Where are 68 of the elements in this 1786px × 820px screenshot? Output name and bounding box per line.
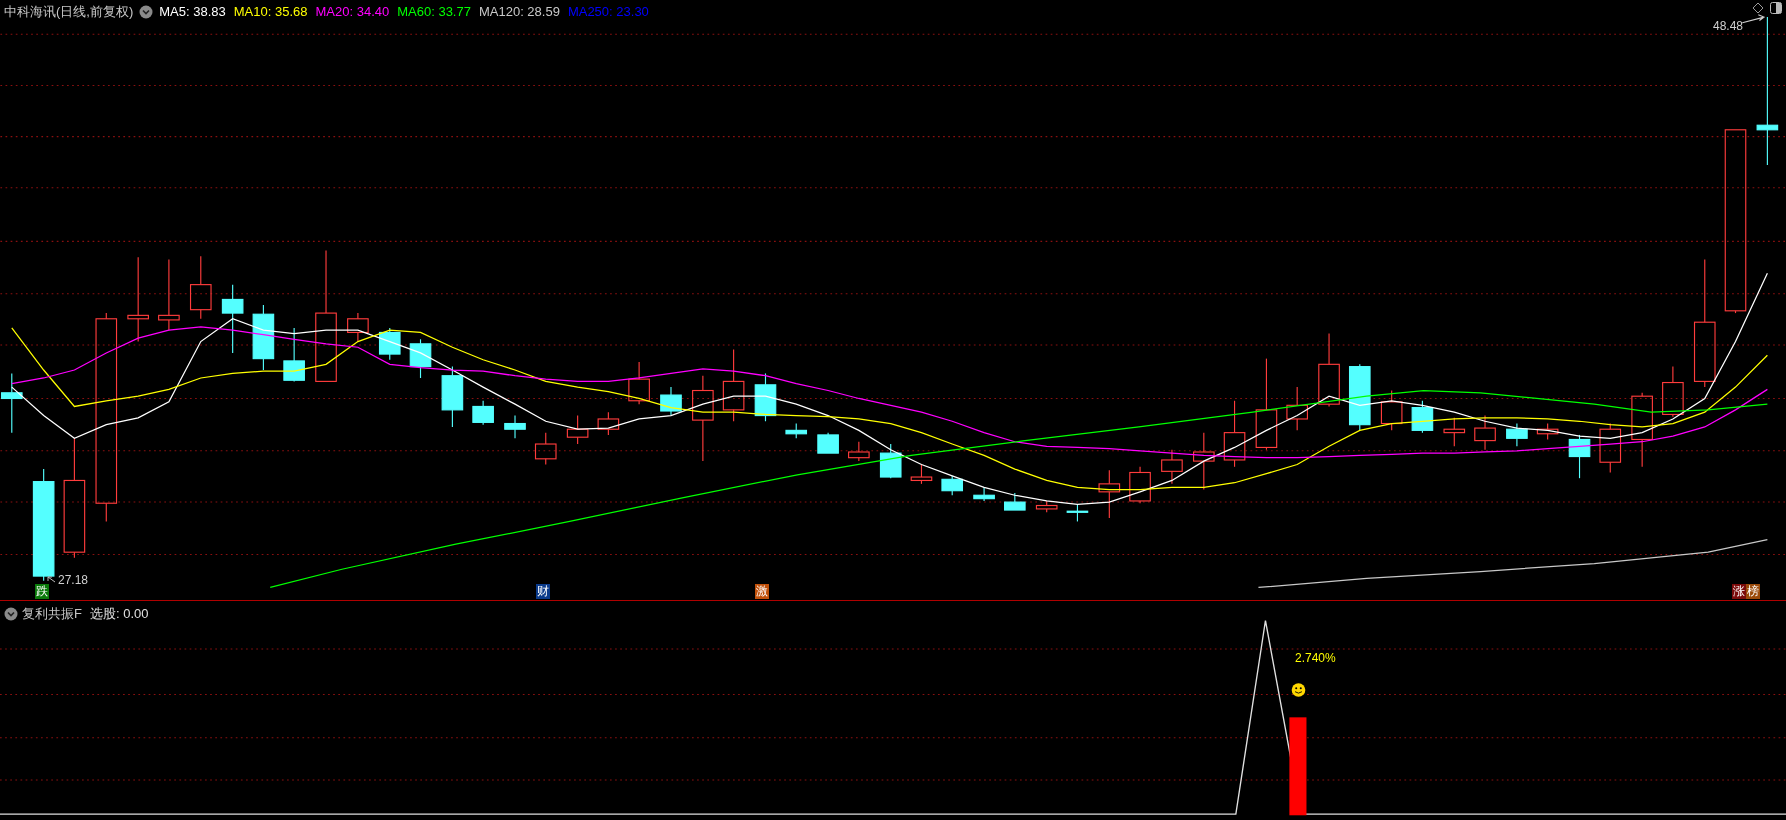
indicator-value: MA250: 23.30 xyxy=(567,3,649,21)
candlestick xyxy=(0,372,23,434)
event-marker[interactable]: 财 xyxy=(536,584,551,599)
candlestick xyxy=(597,411,620,436)
candlestick xyxy=(973,486,995,502)
event-marker[interactable]: 榜 xyxy=(1746,584,1761,599)
candlestick xyxy=(1161,449,1183,485)
candlestick xyxy=(941,475,964,496)
candlestick xyxy=(252,304,275,371)
low-price-label: 27.18 xyxy=(58,572,89,589)
candlestick xyxy=(504,415,526,439)
indicator-value: MA60: 33.77 xyxy=(397,3,471,21)
chart-title: 中科海讯(日线,前复权) xyxy=(4,3,134,21)
candlestick xyxy=(817,432,839,454)
arrow-icon xyxy=(1741,14,1766,24)
candlestick xyxy=(1223,400,1246,468)
candlestick xyxy=(1662,366,1684,418)
high-price-label: 48.48 xyxy=(1713,18,1744,35)
candlestick xyxy=(1506,422,1528,447)
candlestick xyxy=(221,284,244,354)
candlestick xyxy=(1568,434,1591,479)
diamond-icon[interactable] xyxy=(1752,2,1764,14)
event-marker[interactable]: 激 xyxy=(755,584,770,599)
candlestick xyxy=(283,327,305,382)
candlestick xyxy=(441,366,464,428)
indicator-value: MA10: 35.68 xyxy=(233,3,308,21)
candlestick xyxy=(628,361,650,405)
event-marker[interactable]: 涨 xyxy=(1732,584,1747,599)
candlestick xyxy=(534,432,557,466)
candlestick xyxy=(1599,422,1622,474)
candlestick xyxy=(1066,503,1089,522)
percentage-label: 2.740% xyxy=(1295,650,1336,667)
candlestick xyxy=(910,463,933,485)
candlestick xyxy=(879,443,902,479)
candlestick xyxy=(785,422,808,439)
panel-toggle-icon[interactable] xyxy=(1770,2,1782,14)
candlestick xyxy=(1098,469,1121,519)
candlestick xyxy=(378,327,401,361)
candlestick xyxy=(1286,386,1308,431)
event-marker[interactable]: 跌 xyxy=(35,584,50,599)
candlestick xyxy=(1193,432,1215,491)
candlestick xyxy=(1380,389,1403,431)
arrow-icon xyxy=(46,576,56,584)
indicator-value: MA5: 38.83 xyxy=(159,3,226,21)
candlestick xyxy=(158,259,180,331)
candlestick xyxy=(472,400,494,426)
candlestick xyxy=(1035,500,1058,513)
candlestick xyxy=(347,312,369,343)
candlestick xyxy=(1443,417,1466,447)
candlestick xyxy=(1536,422,1559,441)
indicator-value: MA20: 34.40 xyxy=(315,3,390,21)
candlestick xyxy=(1129,466,1151,504)
smiley-icon xyxy=(1291,683,1306,697)
candlestick xyxy=(660,386,682,417)
candlestick xyxy=(1004,492,1026,511)
candlestick xyxy=(409,338,432,379)
dropdown-icon[interactable] xyxy=(4,606,18,621)
candlestick xyxy=(1411,400,1434,434)
indicator-name: 复利共振F xyxy=(22,605,82,623)
dropdown-icon[interactable] xyxy=(139,4,154,19)
indicator-reading: 选股: 0.00 xyxy=(89,605,149,623)
candlestick xyxy=(1474,415,1496,451)
candlestick xyxy=(1349,363,1371,431)
candlestick xyxy=(566,415,589,445)
indicator-value: MA120: 28.59 xyxy=(478,3,560,21)
candlestick xyxy=(754,372,777,422)
candlestick xyxy=(848,441,870,462)
candlestick xyxy=(189,255,212,320)
